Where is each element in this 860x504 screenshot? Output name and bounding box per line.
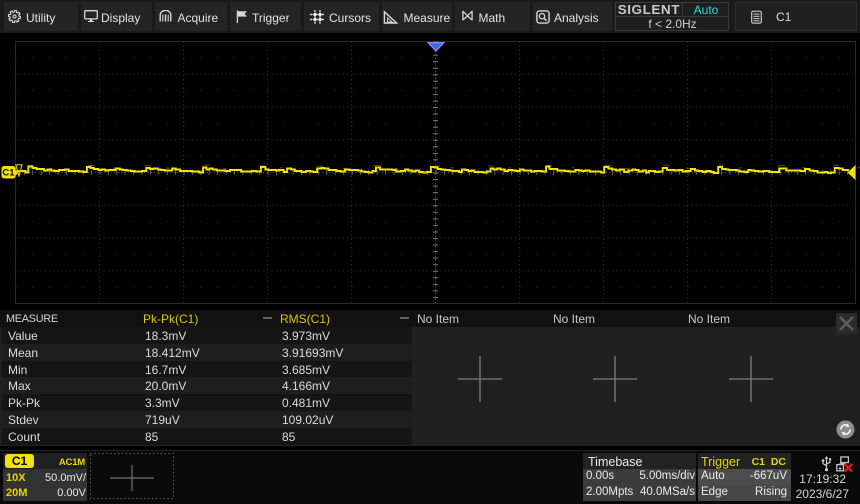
svg-text:C1: C1 xyxy=(2,167,15,178)
